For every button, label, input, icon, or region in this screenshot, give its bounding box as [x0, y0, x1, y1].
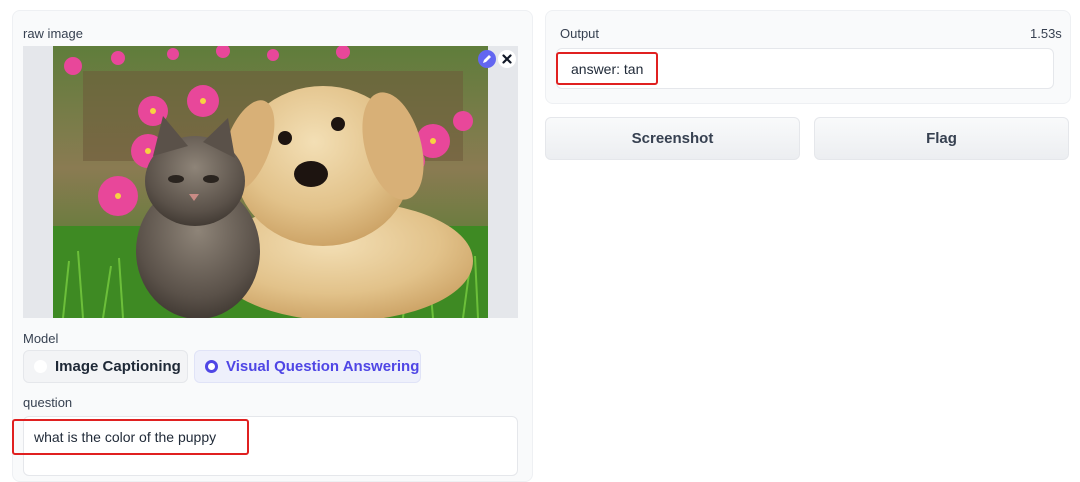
question-highlight: [12, 419, 249, 455]
model-label: Model: [23, 331, 59, 346]
output-label: Output: [560, 26, 600, 41]
flag-button[interactable]: Flag: [814, 117, 1069, 160]
timing-badge: 1.53s: [1030, 26, 1062, 41]
radio-selected-icon: [205, 360, 218, 373]
image-label: raw image: [23, 26, 83, 41]
puppy-kitten-photo: [23, 46, 518, 318]
radio-unselected-icon: [34, 360, 47, 373]
screenshot-button[interactable]: Screenshot: [545, 117, 800, 160]
option-visual-question-answering[interactable]: Visual Question Answering: [194, 350, 421, 383]
question-label: question: [23, 395, 73, 410]
close-icon: [502, 54, 512, 64]
output-highlight: [556, 52, 658, 85]
option-label: Visual Question Answering: [226, 358, 420, 375]
edit-image-button[interactable]: [478, 50, 496, 68]
image-upload[interactable]: [23, 46, 518, 318]
clear-image-button[interactable]: [498, 50, 516, 68]
option-image-captioning[interactable]: Image Captioning: [23, 350, 188, 383]
option-label: Image Captioning: [55, 358, 181, 375]
pencil-icon: [483, 55, 491, 63]
